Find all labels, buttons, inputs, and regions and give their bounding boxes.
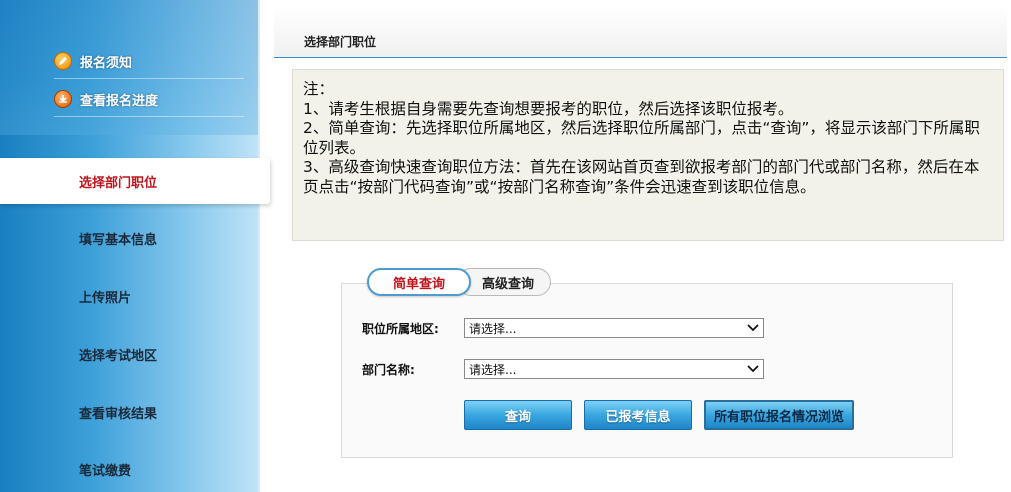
- sidebar-item-select-position[interactable]: 选择部门职位: [0, 158, 270, 204]
- progress-icon: [54, 90, 72, 108]
- page-title: 选择部门职位: [304, 35, 377, 49]
- sidebar-item-label: 笔试缴费: [79, 463, 132, 479]
- pencil-icon: [54, 52, 72, 70]
- dept-label: 部门名称:: [362, 362, 415, 377]
- query-tabs: 简单查询 高级查询: [367, 268, 551, 296]
- note-line-1: 1、请考生根据自身需要先查询想要报考的职位，然后选择该职位报考。: [303, 99, 794, 118]
- tab-label: 高级查询: [482, 276, 535, 292]
- browse-all-positions-button[interactable]: 所有职位报名情况浏览: [704, 400, 854, 430]
- note-heading: 注：: [303, 80, 335, 98]
- tab-simple-query[interactable]: 简单查询: [367, 268, 471, 296]
- top-link-label: 报名须知: [80, 55, 133, 71]
- top-link-view-progress[interactable]: 查看报名进度: [54, 88, 158, 110]
- sidebar-item-label: 上传照片: [79, 290, 132, 306]
- tab-advanced-query[interactable]: 高级查询: [457, 268, 551, 296]
- tab-label: 简单查询: [392, 276, 445, 292]
- region-select-value: 请选择...: [469, 321, 517, 336]
- sidebar-item-label: 填写基本信息: [79, 232, 158, 248]
- region-label: 职位所属地区:: [362, 321, 439, 336]
- sidebar: 报名须知 查看报名进度 选择部门职位 填写基本信息 上传照片 选择考试地区 查看…: [0, 0, 270, 492]
- divider: [54, 116, 244, 117]
- region-select[interactable]: 请选择...: [464, 318, 764, 338]
- sidebar-item-upload-photo[interactable]: 上传照片: [0, 273, 258, 319]
- main-content: 选择部门职位 注： 1、请考生根据自身需要先查询想要报考的职位，然后选择该职位报…: [274, 0, 1011, 492]
- divider: [54, 78, 244, 79]
- dept-select-value: 请选择...: [469, 362, 517, 377]
- chevron-down-icon: [747, 363, 759, 375]
- button-label: 所有职位报名情况浏览: [713, 409, 844, 425]
- sidebar-item-label: 选择部门职位: [79, 175, 158, 191]
- note-line-3: 3、高级查询快速查询职位方法：首先在该网站首页查到欲报考部门的部门代或部门名称，…: [303, 158, 980, 196]
- sidebar-item-label: 查看审核结果: [79, 406, 158, 422]
- chevron-down-icon: [747, 322, 759, 334]
- registered-info-button[interactable]: 已报考信息: [584, 400, 692, 430]
- sidebar-item-select-exam-region[interactable]: 选择考试地区: [0, 331, 258, 377]
- button-label: 查询: [504, 409, 531, 425]
- sidebar-item-exam-payment[interactable]: 笔试缴费: [0, 446, 258, 492]
- top-link-label: 查看报名进度: [80, 93, 159, 109]
- form-row-region: 职位所属地区: 请选择...: [362, 317, 764, 339]
- sidebar-item-fill-basic-info[interactable]: 填写基本信息: [0, 215, 258, 261]
- top-link-registration-notice[interactable]: 报名须知: [54, 50, 132, 72]
- note-box: 注： 1、请考生根据自身需要先查询想要报考的职位，然后选择该职位报考。 2、简单…: [292, 69, 1004, 241]
- button-label: 已报考信息: [605, 409, 671, 425]
- sidebar-item-view-review-result[interactable]: 查看审核结果: [0, 389, 258, 435]
- page-header: 选择部门职位: [274, 6, 1007, 58]
- form-row-department: 部门名称: 请选择...: [362, 358, 764, 380]
- sidebar-item-label: 选择考试地区: [79, 348, 158, 364]
- query-button[interactable]: 查询: [464, 400, 572, 430]
- note-line-2: 2、简单查询：先选择职位所属地区，然后选择职位所属部门，点击“查询”，将显示该部…: [303, 119, 980, 157]
- dept-select[interactable]: 请选择...: [464, 359, 764, 379]
